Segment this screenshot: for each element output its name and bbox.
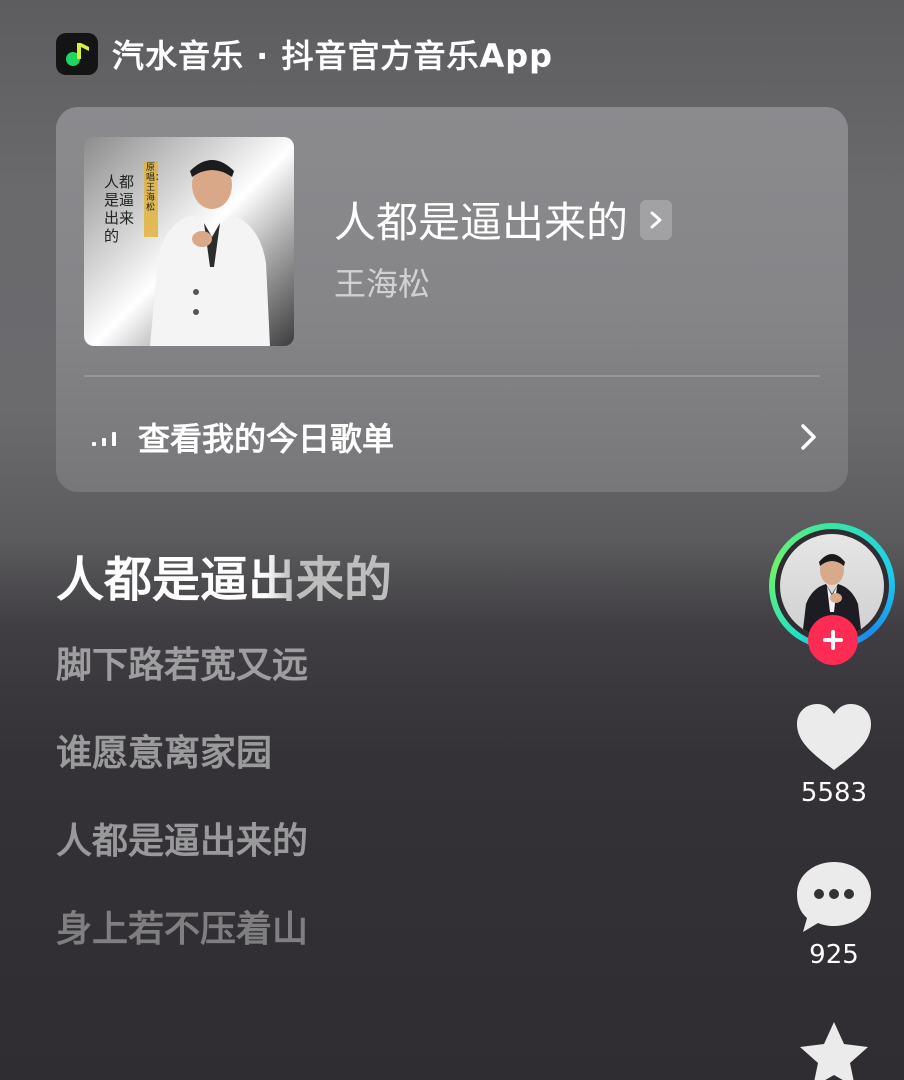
follow-button[interactable] [808,615,858,665]
album-cover[interactable]: 人都是逼出来的 原唱：王海松 [84,137,294,346]
card-divider [84,375,820,377]
star-icon [800,1022,868,1080]
lyric-line: 脚下路若宽又远 [56,645,309,686]
song-title: 人都是逼出来的 [334,198,629,247]
lyric-line: 谁愿意离家园 [56,733,273,774]
plus-icon [823,630,843,650]
comment-button[interactable]: 925 [764,860,904,970]
music-note-icon [56,33,98,75]
daily-playlist-row[interactable]: 查看我的今日歌单 [90,407,818,467]
song-artist[interactable]: 王海松 [334,259,430,305]
like-count: 5583 [800,778,868,808]
chevron-right-icon [801,424,816,450]
chevron-right-icon [640,199,673,240]
favorite-button[interactable] [764,1020,904,1080]
app-title: 汽水音乐 · 抖音官方音乐App [112,37,554,75]
cover-title-text: 人都是逼出来的 [104,173,135,245]
like-button[interactable]: 5583 [764,702,904,808]
lyrics-panel: 人都是逼出来的 脚下路若宽又远 谁愿意离家园 人都是逼出来的 身上若不压着山 [56,540,392,992]
heart-icon [797,704,871,770]
app-header[interactable]: 汽水音乐 · 抖音官方音乐App [56,30,553,78]
comment-icon [797,862,871,932]
song-card[interactable]: 人都是逼出来的 原唱：王海松 人都是逼出来的 王海松 查看我的今日歌单 [56,107,848,492]
lyric-line: 人都是逼出来的 [56,821,309,862]
comment-count: 925 [809,940,859,970]
lyric-current-line: 人都是逼出来的 [56,540,392,610]
cover-credit-text: 原唱：王海松 [146,163,165,213]
song-title-link[interactable]: 人都是逼出来的 [334,189,673,250]
playlist-label: 查看我的今日歌单 [138,420,395,458]
lyric-line: 身上若不压着山 [56,909,309,950]
equalizer-bars-icon [92,432,116,446]
